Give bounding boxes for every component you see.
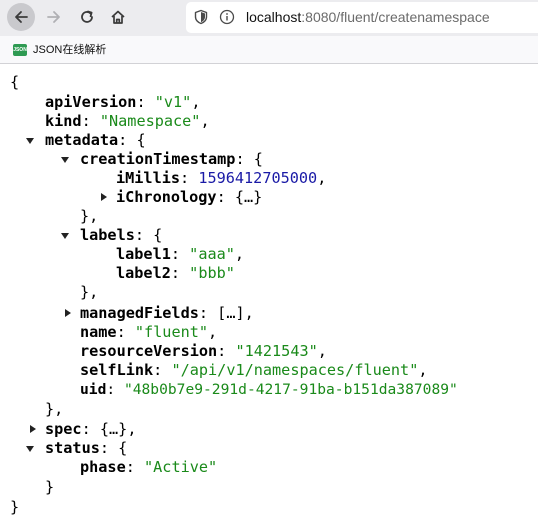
json-key: kind bbox=[45, 112, 82, 130]
json-key: phase bbox=[80, 458, 126, 476]
url-text[interactable]: localhost:8080/fluent/createnamespace bbox=[246, 9, 490, 26]
bookmarks-bar: JSON JSON在线解析 bbox=[0, 36, 538, 64]
json-line: } bbox=[10, 498, 19, 517]
json-line: }, bbox=[80, 207, 99, 225]
json-line: label2: "bbb" bbox=[116, 264, 235, 282]
collapsed-object[interactable]: {…} bbox=[100, 420, 127, 438]
json-line: resourceVersion: "1421543", bbox=[80, 342, 327, 360]
json-string-value: "48b0b7e9-291d-4217-91ba-b151da387089" bbox=[123, 381, 458, 398]
json-key: metadata bbox=[45, 131, 119, 149]
json-key: iChronology bbox=[116, 188, 217, 206]
expand-toggle-icon[interactable] bbox=[26, 138, 34, 144]
browser-toolbar: localhost:8080/fluent/createnamespace bbox=[0, 0, 538, 36]
json-key: selfLink bbox=[80, 361, 154, 379]
expand-toggle-icon[interactable] bbox=[26, 446, 34, 452]
collapsed-array[interactable]: […] bbox=[217, 304, 244, 322]
json-line: }, bbox=[45, 400, 64, 418]
forward-button[interactable] bbox=[40, 3, 68, 31]
expand-toggle-icon[interactable] bbox=[61, 157, 69, 163]
json-line: kind: "Namespace", bbox=[45, 112, 210, 130]
bookmark-json-parser[interactable]: JSON在线解析 bbox=[33, 43, 106, 57]
json-line: selfLink: "/api/v1/namespaces/fluent", bbox=[80, 361, 428, 379]
json-line: spec: {…}, bbox=[45, 420, 137, 438]
json-line: } bbox=[45, 478, 54, 497]
json-key: resourceVersion bbox=[80, 342, 218, 360]
root-close-brace: } bbox=[10, 498, 20, 516]
url-path: :8080/fluent/createnamespace bbox=[301, 9, 490, 25]
json-string-value: "v1" bbox=[154, 93, 192, 111]
expand-toggle-icon[interactable] bbox=[61, 233, 69, 239]
json-string-value: "Active" bbox=[144, 458, 218, 476]
json-line: name: "fluent", bbox=[80, 323, 218, 341]
json-line: apiVersion: "v1", bbox=[45, 93, 201, 111]
json-string-value: "aaa" bbox=[189, 245, 235, 263]
json-line: status: { bbox=[45, 439, 128, 457]
json-line: managedFields: […], bbox=[80, 304, 254, 322]
json-string-value: "/api/v1/namespaces/fluent" bbox=[171, 361, 419, 379]
json-line: iMillis: 1596412705000, bbox=[116, 169, 327, 187]
json-line: uid: "48b0b7e9-291d-4217-91ba-b151da3870… bbox=[80, 381, 458, 398]
json-number-value: 1596412705000 bbox=[198, 169, 318, 187]
json-key: spec bbox=[45, 420, 82, 438]
json-viewer: { apiVersion: "v1", kind: "Namespace", m… bbox=[0, 65, 538, 529]
json-key: creationTimestamp bbox=[80, 150, 236, 168]
json-line: creationTimestamp: { bbox=[80, 150, 263, 168]
json-key: labels bbox=[80, 226, 135, 244]
collapsed-object[interactable]: {…} bbox=[235, 188, 262, 206]
json-key: iMillis bbox=[116, 169, 181, 187]
json-line: label1: "aaa", bbox=[116, 245, 245, 263]
json-key: uid bbox=[80, 381, 107, 398]
json-key: status bbox=[45, 439, 100, 457]
reload-button[interactable] bbox=[73, 3, 101, 31]
url-host: localhost bbox=[246, 9, 302, 25]
json-key: managedFields bbox=[80, 304, 199, 322]
arrow-right-icon bbox=[47, 11, 60, 23]
shield-icon[interactable] bbox=[194, 9, 208, 29]
arrow-left-icon bbox=[15, 11, 28, 23]
json-line: { bbox=[10, 73, 19, 92]
json-line: phase: "Active" bbox=[80, 458, 218, 476]
json-line: iChronology: {…} bbox=[116, 188, 263, 206]
json-string-value: "Namespace" bbox=[99, 112, 201, 130]
home-icon bbox=[111, 10, 125, 24]
collapse-toggle-icon[interactable] bbox=[30, 425, 36, 433]
reload-icon bbox=[81, 10, 93, 23]
back-button[interactable] bbox=[7, 3, 35, 31]
status-close-brace: } bbox=[45, 478, 55, 496]
json-string-value: "fluent" bbox=[134, 323, 209, 341]
json-line: labels: { bbox=[80, 226, 163, 244]
home-button[interactable] bbox=[104, 3, 132, 31]
address-bar[interactable]: localhost:8080/fluent/createnamespace bbox=[186, 2, 538, 33]
collapse-toggle-icon[interactable] bbox=[101, 193, 107, 201]
json-key: label2 bbox=[116, 264, 171, 282]
json-line: }, bbox=[80, 283, 99, 301]
json-string-value: "1421543" bbox=[235, 342, 318, 360]
json-key: apiVersion bbox=[45, 93, 137, 111]
json-string-value: "bbb" bbox=[189, 264, 235, 282]
json-key: name bbox=[80, 323, 117, 341]
json-line: metadata: { bbox=[45, 131, 146, 149]
json-favicon-icon: JSON bbox=[13, 44, 27, 56]
collapse-toggle-icon[interactable] bbox=[65, 309, 71, 317]
info-icon[interactable] bbox=[219, 9, 235, 29]
root-open-brace: { bbox=[10, 73, 20, 91]
json-key: label1 bbox=[116, 245, 171, 263]
